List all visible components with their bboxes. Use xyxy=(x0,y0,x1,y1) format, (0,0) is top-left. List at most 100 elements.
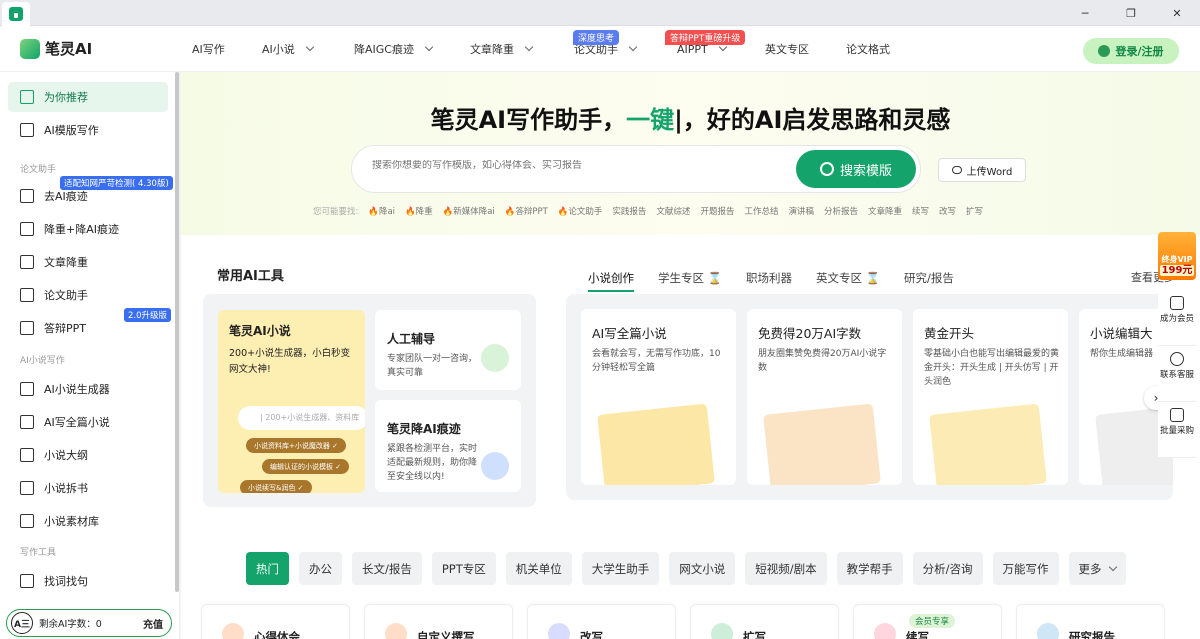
nav-english[interactable]: 英文专区 xyxy=(765,26,809,72)
category-teaching[interactable]: 教学帮手 xyxy=(836,552,903,585)
bulk-purchase-button[interactable]: 批量采购 xyxy=(1158,402,1196,458)
minimize-button[interactable]: ─ xyxy=(1062,0,1108,26)
nav-paper-format[interactable]: 论文格式 xyxy=(846,26,890,72)
template-card[interactable]: 心得体会 xyxy=(201,604,350,639)
sidebar-item-article-reduce[interactable]: 文章降重 xyxy=(8,247,168,277)
sidebar-item-novel-generator[interactable]: AI小说生成器 xyxy=(8,374,168,404)
hint-link[interactable]: 🔥新媒体降ai xyxy=(443,205,495,217)
hint-link[interactable]: 实践报告 xyxy=(612,205,646,217)
category-more[interactable]: 更多 xyxy=(1068,552,1126,585)
card-label: 心得体会 xyxy=(254,630,300,639)
hint-link[interactable]: 🔥降重 xyxy=(405,205,433,217)
novel-card-free-words[interactable]: 免费得20万AI字数 朋友圈集赞免费得20万AI小说字数 xyxy=(747,309,902,485)
maximize-button[interactable]: ❐ xyxy=(1108,0,1154,26)
tab-novel[interactable]: 小说创作 xyxy=(588,270,634,292)
ai-template-icon xyxy=(20,123,34,137)
search-document-icon xyxy=(20,574,34,588)
become-member-button[interactable]: 成为会员 xyxy=(1158,290,1196,346)
nav-ai-novel[interactable]: AI小说 xyxy=(262,26,315,72)
novel-card-golden-opening[interactable]: 黄金开头 零基础小白也能写出编辑最爱的黄金开头：开头生成 | 开头仿写 | 开头… xyxy=(913,309,1068,485)
category-college[interactable]: 大学生助手 xyxy=(581,552,660,585)
sidebar-scrollbar[interactable] xyxy=(175,72,179,592)
sidebar-item-template[interactable]: AI模版写作 xyxy=(8,115,168,145)
hint-link[interactable]: 🔥论文助手 xyxy=(558,205,603,217)
card-label: 研究报告 xyxy=(1069,630,1115,639)
nav-label: AI写作 xyxy=(192,43,225,56)
hint-link[interactable]: 工作总结 xyxy=(744,205,778,217)
template-card[interactable]: 研究报告 xyxy=(1016,604,1165,639)
pen-document-icon xyxy=(20,288,34,302)
hint-link[interactable]: 文献综述 xyxy=(656,205,690,217)
contact-support-button[interactable]: 联系客服 xyxy=(1158,346,1196,402)
nav-reduce-aigc[interactable]: 降AIGC痕迹 xyxy=(354,26,434,72)
category-short-video[interactable]: 短视频/剧本 xyxy=(745,552,827,585)
tab-workplace[interactable]: 职场利器 xyxy=(746,270,792,292)
hint-link[interactable]: 演讲稿 xyxy=(788,205,814,217)
sidebar-item-paper-assistant[interactable]: 论文助手 xyxy=(8,280,168,310)
category-hot[interactable]: 热门 xyxy=(246,552,289,585)
login-button[interactable]: 登录/注册 xyxy=(1083,38,1179,64)
hint-link[interactable]: 🔥答辩PPT xyxy=(505,205,548,217)
sidebar-item-novel-breakdown[interactable]: 小说拆书 xyxy=(8,473,168,503)
human-tutor-card[interactable]: 人工辅导 专家团队一对一咨询，真实可靠 xyxy=(375,310,521,390)
sidebar-item-recommend[interactable]: 为你推荐 xyxy=(8,82,168,112)
category-office[interactable]: 办公 xyxy=(299,552,342,585)
sidebar-item-label: 文章降重 xyxy=(44,256,88,269)
brand-name: 笔灵AI xyxy=(45,40,93,58)
outline-icon xyxy=(20,448,34,462)
home-tab[interactable] xyxy=(2,2,30,26)
sidebar-item-label: 论文助手 xyxy=(44,289,88,302)
upload-label: 上传Word xyxy=(966,166,1013,178)
category-web-novel[interactable]: 网文小说 xyxy=(669,552,736,585)
search-template-button[interactable]: 搜索模版 xyxy=(796,150,916,188)
logo-icon xyxy=(20,38,40,59)
hint-link[interactable]: 分析报告 xyxy=(824,205,858,217)
hint-link[interactable]: 续写 xyxy=(912,205,929,217)
hint-link[interactable]: 扩写 xyxy=(966,205,983,217)
tab-student[interactable]: 学生专区 ⌛ xyxy=(658,270,722,292)
hint-link[interactable]: 开题报告 xyxy=(700,205,734,217)
hint-label: 您可能要找: xyxy=(313,207,359,217)
sidebar-item-novel-outline[interactable]: 小说大纲 xyxy=(8,440,168,470)
sidebar-item-label: 小说大纲 xyxy=(44,449,88,462)
sidebar-item-remove-ai[interactable]: 去AI痕迹 xyxy=(8,181,168,211)
hint-link[interactable]: 🔥降ai xyxy=(368,205,395,217)
template-card[interactable]: 改写 xyxy=(527,604,676,639)
sidebar-item-find-words[interactable]: 找词找句 xyxy=(8,566,168,596)
sidebar-item-novel-materials[interactable]: 小说素材库 xyxy=(8,506,168,536)
category-analysis[interactable]: 分析/咨询 xyxy=(912,552,983,585)
category-long-report[interactable]: 长文/报告 xyxy=(352,552,422,585)
card-desc: 200+小说生成器，小白秒变网文大神! xyxy=(229,348,351,375)
sidebar-item-reduce-both[interactable]: 降重+降AI痕迹 xyxy=(8,214,168,244)
tab-research[interactable]: 研究/报告 xyxy=(904,270,954,292)
novel-card-full[interactable]: AI写全篇小说 会看就会写，无需写作功底，10分钟轻松写全篇 xyxy=(581,309,736,485)
card-desc: 会看就会写，无需写作功底，10分钟轻松写全篇 xyxy=(592,349,721,373)
float-label: 批量采购 xyxy=(1159,426,1194,436)
lifetime-vip-promo[interactable]: 终身VIP 199元 xyxy=(1158,232,1196,280)
sidebar-item-defense-ppt[interactable]: 答辩PPT xyxy=(8,313,168,343)
recharge-button[interactable]: 充值 xyxy=(143,616,163,631)
hint-link[interactable]: 改写 xyxy=(939,205,956,217)
word-balance-bar[interactable]: A三 剩余AI字数：0 充值 xyxy=(6,609,172,637)
card-label: 改写 xyxy=(580,630,603,639)
tab-english[interactable]: 英文专区 ⌛ xyxy=(816,270,880,292)
category-government[interactable]: 机关单位 xyxy=(505,552,572,585)
category-universal[interactable]: 万能写作 xyxy=(992,552,1059,585)
search-input[interactable] xyxy=(372,160,772,171)
search-box: 搜索模版 xyxy=(351,145,921,193)
nav-ai-writing[interactable]: AI写作 xyxy=(192,26,225,72)
upload-word-button[interactable]: 上传Word xyxy=(938,158,1026,182)
brand-logo[interactable]: 笔灵AI xyxy=(20,38,92,59)
template-card[interactable]: 扩写 xyxy=(690,604,839,639)
category-ppt[interactable]: PPT专区 xyxy=(431,552,496,585)
template-card[interactable]: 自定义撰写 xyxy=(364,604,513,639)
tutor-icon xyxy=(481,344,509,372)
word-balance: 剩余AI字数：0 xyxy=(39,619,102,630)
hint-link[interactable]: 文章降重 xyxy=(868,205,902,217)
close-button[interactable]: ✕ xyxy=(1154,0,1200,26)
sidebar-item-full-novel[interactable]: AI写全篇小说 xyxy=(8,407,168,437)
nav-article-reduce[interactable]: 文章降重 xyxy=(470,26,534,72)
vip-only-badge: 会员专享 xyxy=(909,614,956,628)
novel-ai-card[interactable]: 笔灵AI小说 200+小说生成器，小白秒变网文大神! | 200+小说生成器、资… xyxy=(218,310,365,493)
reduce-ai-card[interactable]: 笔灵降AI痕迹 紧跟各检测平台，实时适配最新规则，助你降至安全线以内! xyxy=(375,400,521,492)
